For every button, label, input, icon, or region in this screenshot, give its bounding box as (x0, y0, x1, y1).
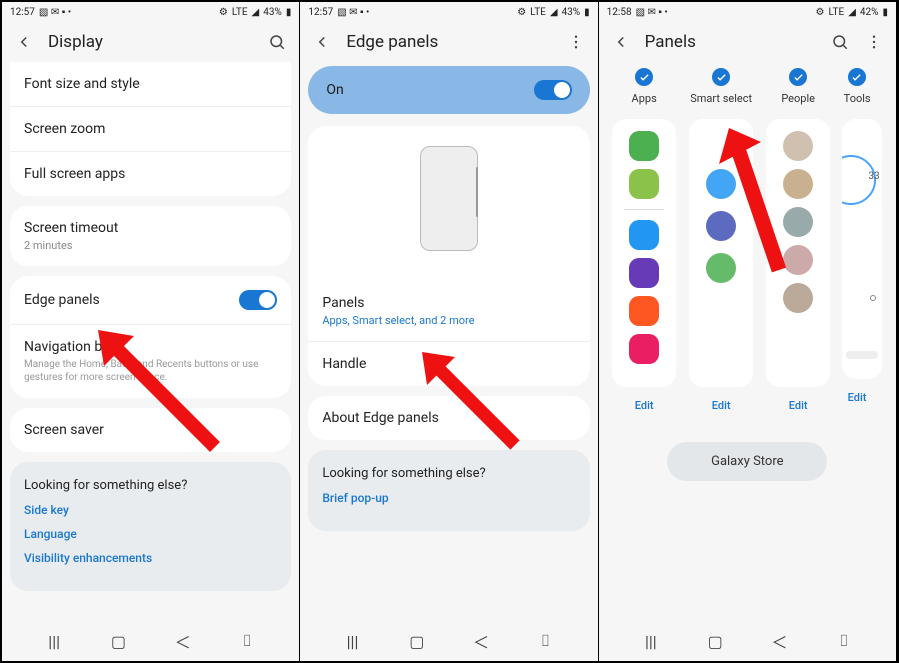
master-toggle-row[interactable]: On (308, 66, 589, 114)
handle-row[interactable]: Handle (308, 341, 589, 386)
recents-button[interactable]: ||| (34, 632, 74, 651)
panel-preview (689, 119, 753, 387)
check-icon (635, 68, 653, 86)
nav-bar: ||| ▢ ＜ ⌷ (300, 621, 597, 661)
page-title: Display (48, 32, 253, 52)
page-title: Panels (645, 32, 816, 52)
status-time: 12:57 (10, 7, 35, 18)
accessibility-button[interactable]: ⌷ (824, 631, 864, 651)
panel-preview: 33 (842, 119, 882, 379)
back-button[interactable]: ＜ (759, 629, 799, 653)
panel-preview (766, 119, 830, 387)
edge-panels-screen: 12:57▧ ✉ ▪ • ⚙LTE◢43%▮ Edge panels On Pa… (300, 2, 598, 661)
home-button[interactable]: ▢ (397, 632, 437, 651)
galaxy-store-button[interactable]: Galaxy Store (667, 442, 827, 481)
page-title: Edge panels (346, 32, 551, 52)
content: Apps Edit Smart select (599, 62, 896, 621)
panel-option-people[interactable]: People Edit (765, 68, 832, 412)
edit-link[interactable]: Edit (712, 399, 731, 412)
back-icon[interactable] (312, 32, 332, 52)
language-link[interactable]: Language (24, 527, 277, 541)
check-icon (712, 68, 730, 86)
screen-saver-row[interactable]: Screen saver (10, 408, 291, 452)
recents-button[interactable]: ||| (631, 632, 671, 651)
phone-preview (308, 126, 589, 281)
accessibility-button[interactable]: ⌷ (227, 631, 267, 651)
header: Edge panels (300, 22, 597, 62)
status-bar: 12:57▧ ✉ ▪ • ⚙LTE◢43%▮ (300, 2, 597, 22)
home-button[interactable]: ▢ (98, 632, 138, 651)
panel-option-smart-select[interactable]: Smart select Edit (688, 68, 755, 412)
panels-selector-screen: 12:58▧ ✉ ▪ • ⚙LTE◢42%▮ Panels Apps (599, 2, 897, 661)
screen-zoom-row[interactable]: Screen zoom (10, 106, 291, 151)
status-bar: 12:58▧ ✉ ▪ • ⚙LTE◢42%▮ (599, 2, 896, 22)
status-bar: 12:57 ▧ ✉ ▪ • ⚙LTE◢ 43%▮ (2, 2, 299, 22)
about-row[interactable]: About Edge panels (308, 396, 589, 440)
accessibility-button[interactable]: ⌷ (525, 631, 565, 651)
brief-popup-link[interactable]: Brief pop-up (322, 491, 575, 505)
panel-preview (612, 119, 676, 387)
search-icon[interactable] (267, 32, 287, 52)
check-icon (848, 68, 866, 86)
panel-option-apps[interactable]: Apps Edit (611, 68, 678, 412)
edge-panels-row[interactable]: Edge panels (10, 276, 291, 324)
panels-list: Apps Edit Smart select (599, 68, 896, 412)
status-battery: 43% (263, 7, 282, 18)
back-button[interactable]: ＜ (163, 629, 203, 653)
home-button[interactable]: ▢ (695, 632, 735, 651)
edit-link[interactable]: Edit (848, 391, 867, 404)
panel-option-tools[interactable]: Tools 33 Edit (842, 68, 882, 412)
back-icon[interactable] (14, 32, 34, 52)
master-toggle[interactable] (534, 80, 572, 100)
full-screen-apps-row[interactable]: Full screen apps (10, 151, 291, 196)
looking-for-card: Looking for something else? Side key Lan… (10, 462, 291, 591)
search-icon[interactable] (830, 32, 850, 52)
panels-row[interactable]: Panels Apps, Smart select, and 2 more (308, 281, 589, 341)
header: Panels (599, 22, 896, 62)
font-size-row[interactable]: Font size and style (10, 62, 291, 106)
content: Panels Apps, Smart select, and 2 more Ha… (300, 126, 597, 621)
edge-panels-toggle[interactable] (239, 290, 277, 310)
nav-bar: ||| ▢ ＜ ⌷ (599, 621, 896, 661)
side-key-link[interactable]: Side key (24, 503, 277, 517)
content: Font size and style Screen zoom Full scr… (2, 62, 299, 621)
check-icon (789, 68, 807, 86)
more-icon[interactable] (566, 32, 586, 52)
visibility-link[interactable]: Visibility enhancements (24, 551, 277, 565)
edit-link[interactable]: Edit (789, 399, 808, 412)
more-icon[interactable] (864, 32, 884, 52)
display-settings-screen: 12:57 ▧ ✉ ▪ • ⚙LTE◢ 43%▮ Display Font si… (2, 2, 300, 661)
looking-for-card: Looking for something else? Brief pop-up (308, 450, 589, 531)
recents-button[interactable]: ||| (332, 632, 372, 651)
nav-bar: ||| ▢ ＜ ⌷ (2, 621, 299, 661)
header: Display (2, 22, 299, 62)
back-icon[interactable] (611, 32, 631, 52)
back-button[interactable]: ＜ (461, 629, 501, 653)
screen-timeout-row[interactable]: Screen timeout 2 minutes (10, 206, 291, 266)
edit-link[interactable]: Edit (635, 399, 654, 412)
navigation-bar-row[interactable]: Navigation bar Manage the Home, Back, an… (10, 324, 291, 398)
